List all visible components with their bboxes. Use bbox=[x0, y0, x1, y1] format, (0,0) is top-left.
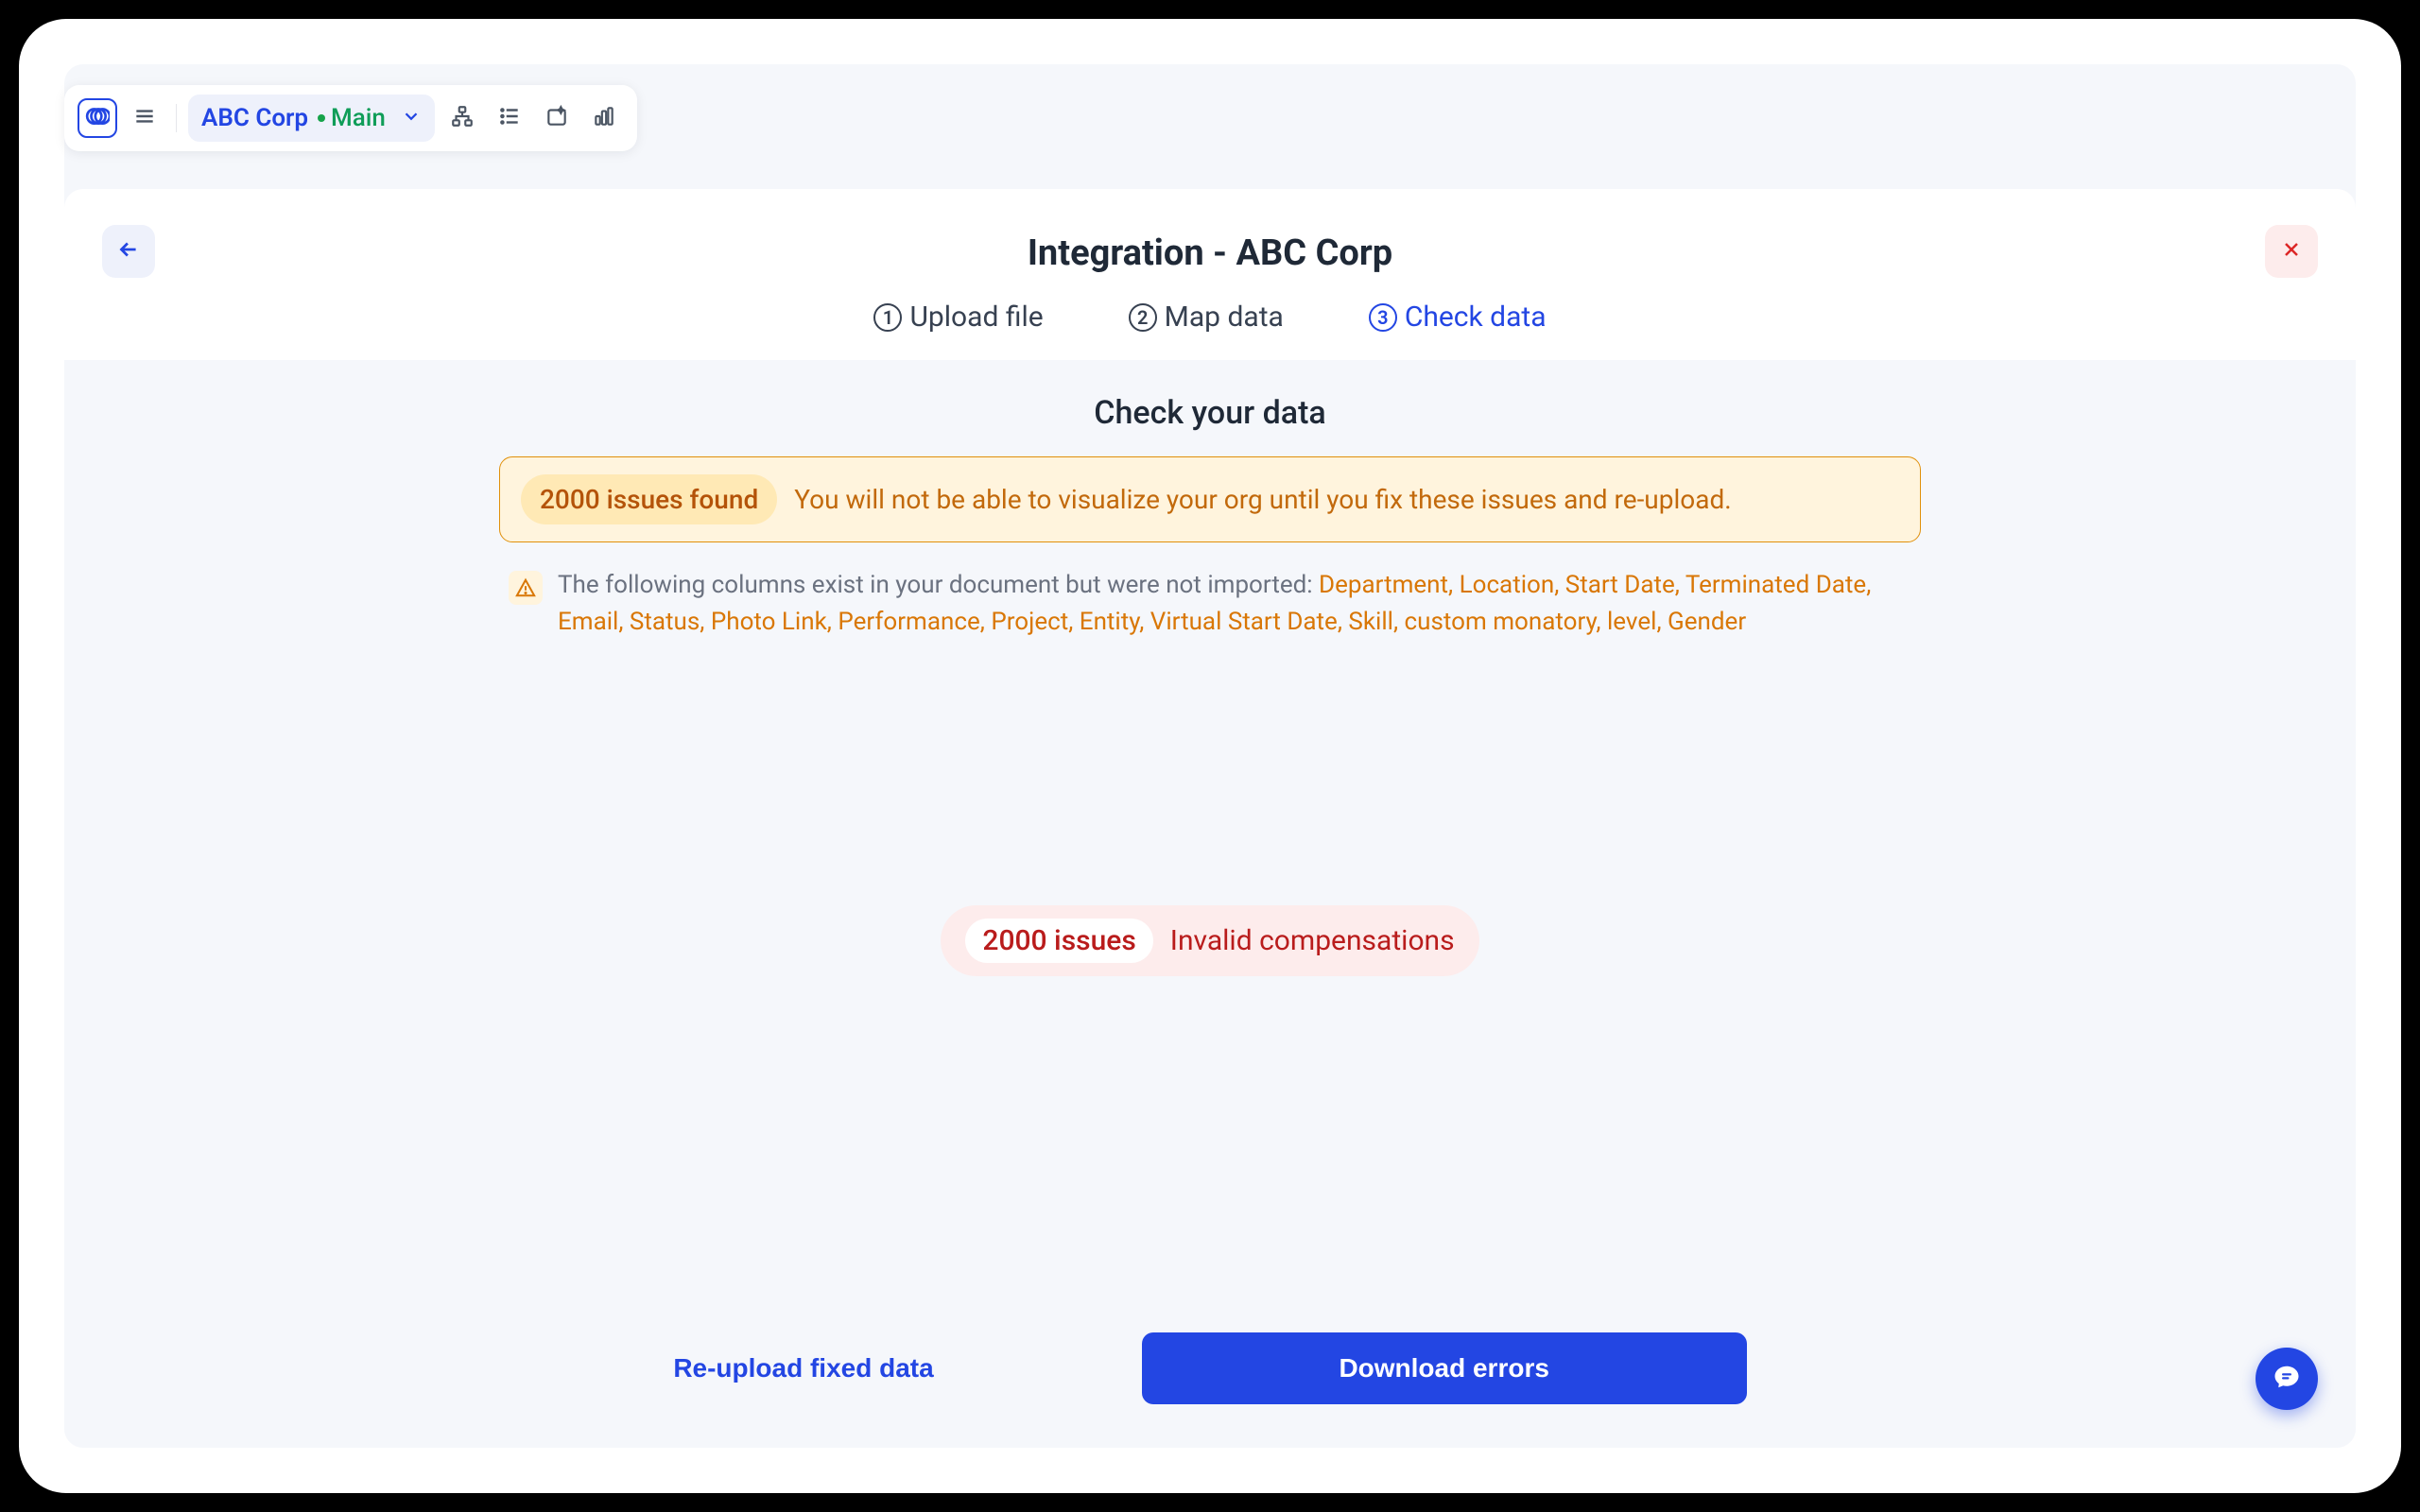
close-button[interactable] bbox=[2265, 225, 2318, 278]
page-title: Integration - ABC Corp bbox=[102, 232, 2318, 274]
chat-fab[interactable] bbox=[2256, 1348, 2318, 1410]
main-panel: Integration - ABC Corp 1 Upload file 2 M… bbox=[64, 189, 2356, 1448]
body-heading: Check your data bbox=[499, 394, 1921, 432]
step-label: Map data bbox=[1165, 301, 1284, 334]
bar-chart-icon bbox=[592, 104, 616, 132]
unimported-columns-text: The following columns exist in your docu… bbox=[558, 567, 1911, 641]
org-name: ABC Corp bbox=[201, 104, 308, 132]
list-view-button[interactable] bbox=[490, 98, 529, 138]
step-label: Upload file bbox=[909, 301, 1043, 334]
content-area: ABC Corp Main bbox=[64, 64, 2356, 1448]
sparkle-calendar-icon bbox=[544, 104, 569, 132]
app-logo-button[interactable] bbox=[78, 98, 117, 138]
panel-header: Integration - ABC Corp 1 Upload file 2 M… bbox=[64, 189, 2356, 360]
issues-alert-text: You will not be able to visualize your o… bbox=[794, 484, 1899, 515]
reupload-button[interactable]: Re-upload fixed data bbox=[673, 1353, 933, 1383]
step-label: Check data bbox=[1405, 301, 1547, 334]
download-errors-button[interactable]: Download errors bbox=[1142, 1332, 1747, 1404]
back-button[interactable] bbox=[102, 225, 155, 278]
org-selector[interactable]: ABC Corp Main bbox=[188, 94, 435, 142]
issues-alert: 2000 issues found You will not be able t… bbox=[499, 456, 1921, 542]
branch-badge: Main bbox=[318, 104, 386, 132]
sparkle-view-button[interactable] bbox=[537, 98, 577, 138]
toolbar-divider bbox=[176, 104, 177, 132]
issue-count: 2000 issues bbox=[965, 919, 1152, 963]
issue-chip-invalid-compensations[interactable]: 2000 issues Invalid compensations bbox=[941, 905, 1478, 976]
step-upload-file[interactable]: 1 Upload file bbox=[873, 301, 1043, 334]
unimported-columns-info: The following columns exist in your docu… bbox=[499, 567, 1921, 641]
chat-icon bbox=[2273, 1363, 2301, 1395]
step-map-data[interactable]: 2 Map data bbox=[1129, 301, 1284, 334]
app-window: ABC Corp Main bbox=[19, 19, 2401, 1493]
issues-count-pill: 2000 issues found bbox=[521, 474, 777, 524]
menu-icon bbox=[132, 104, 157, 132]
logo-icon bbox=[85, 104, 110, 132]
analytics-view-button[interactable] bbox=[584, 98, 624, 138]
step-number: 2 bbox=[1129, 303, 1157, 332]
menu-button[interactable] bbox=[125, 98, 164, 138]
close-icon bbox=[2280, 238, 2303, 265]
issue-label: Invalid compensations bbox=[1170, 924, 1455, 957]
footer-actions: Re-upload fixed data Download errors bbox=[64, 1332, 2356, 1404]
org-chart-view-button[interactable] bbox=[442, 98, 482, 138]
step-number: 1 bbox=[873, 303, 902, 332]
chevron-down-icon bbox=[401, 106, 422, 130]
top-toolbar: ABC Corp Main bbox=[64, 85, 637, 151]
org-chart-icon bbox=[450, 104, 475, 132]
panel-body: Check your data 2000 issues found You wi… bbox=[64, 360, 2356, 1448]
step-number: 3 bbox=[1369, 303, 1397, 332]
warning-icon bbox=[509, 571, 543, 605]
issue-summary-row: 2000 issues Invalid compensations bbox=[499, 905, 1921, 976]
arrow-left-icon bbox=[116, 237, 141, 266]
info-prefix: The following columns exist in your docu… bbox=[558, 571, 1319, 599]
step-check-data[interactable]: 3 Check data bbox=[1369, 301, 1547, 334]
list-icon bbox=[497, 104, 522, 132]
stepper: 1 Upload file 2 Map data 3 Check data bbox=[102, 301, 2318, 360]
